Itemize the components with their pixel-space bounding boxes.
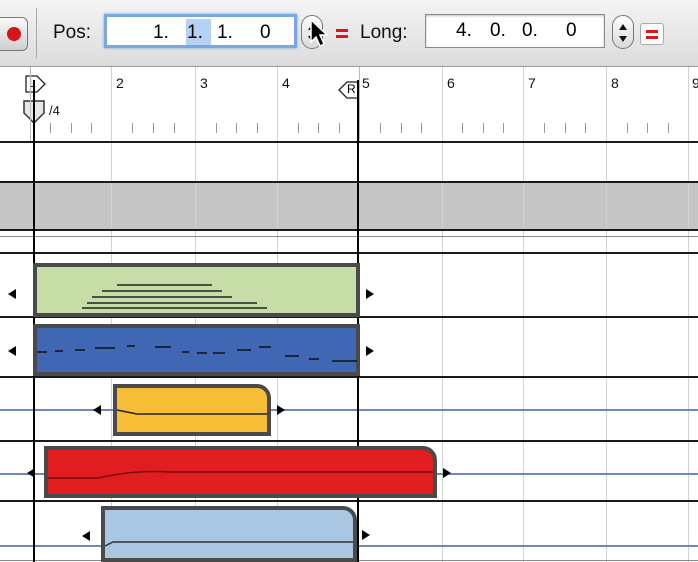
region-end-handle[interactable] bbox=[443, 468, 451, 478]
ruler-bar-2: 2 bbox=[116, 75, 124, 91]
track-separator bbox=[0, 141, 698, 143]
right-locator-marker[interactable]: R bbox=[337, 81, 360, 99]
ruler-beat-tick bbox=[483, 123, 484, 133]
long-division: 0. bbox=[522, 20, 538, 41]
ruler-beat-tick bbox=[236, 123, 237, 133]
ruler-beat-tick bbox=[174, 123, 175, 133]
ruler-beat-tick bbox=[298, 123, 299, 133]
record-icon bbox=[7, 27, 21, 41]
ruler-beat-tick bbox=[50, 123, 51, 133]
region-end-handle[interactable] bbox=[277, 405, 285, 415]
region-end-handle[interactable] bbox=[366, 289, 374, 299]
pos-tick: 0 bbox=[260, 22, 271, 43]
ruler-beat-tick bbox=[216, 123, 217, 133]
left-locator-marker[interactable]: L bbox=[25, 75, 46, 93]
track-separator bbox=[0, 376, 698, 378]
ruler-bar-tick bbox=[30, 67, 31, 141]
ruler-beat-tick bbox=[627, 123, 628, 133]
long-input[interactable]: 4. 0. 0. 0 bbox=[425, 14, 605, 48]
track-separator bbox=[0, 229, 698, 231]
time-signature: /4 bbox=[49, 103, 60, 118]
ruler-beat-tick bbox=[71, 123, 72, 133]
blue-region[interactable] bbox=[33, 324, 360, 376]
track-separator bbox=[0, 236, 698, 237]
track-separator bbox=[0, 500, 698, 502]
ruler-beat-tick bbox=[153, 123, 154, 133]
blue-region-notes bbox=[37, 345, 357, 362]
mouse-cursor-icon bbox=[310, 18, 329, 48]
red-region[interactable] bbox=[44, 446, 437, 498]
lightblue-region-automation bbox=[105, 541, 353, 547]
ruler-bar-5: 5 bbox=[362, 75, 370, 91]
right-locator-label: R bbox=[347, 82, 356, 96]
ruler-beat-tick bbox=[132, 123, 133, 133]
pos-label: Pos: bbox=[53, 22, 92, 43]
pos-input[interactable]: 1. 1. 1. 0 bbox=[104, 14, 297, 48]
pos-beat: 1. bbox=[187, 22, 203, 43]
long-bar: 4. bbox=[456, 20, 472, 41]
yellow-region[interactable] bbox=[113, 384, 271, 436]
ruler-beat-tick bbox=[565, 123, 566, 133]
ruler-beat-tick bbox=[585, 123, 586, 133]
ruler-beat-tick bbox=[668, 123, 669, 133]
left-locator-line bbox=[33, 80, 35, 562]
ruler-beat-tick bbox=[380, 123, 381, 133]
ruler-beat-tick bbox=[462, 123, 463, 133]
track-separator bbox=[0, 440, 698, 442]
pos-division: 1. bbox=[217, 22, 233, 43]
region-start-handle[interactable] bbox=[27, 468, 35, 478]
pos-equal-icon[interactable] bbox=[331, 23, 355, 45]
region-start-handle[interactable] bbox=[93, 405, 101, 415]
region-start-handle[interactable] bbox=[82, 531, 90, 541]
region-end-handle[interactable] bbox=[366, 346, 374, 356]
ruler-bar-3: 3 bbox=[200, 75, 208, 91]
stepper-up-icon[interactable] bbox=[619, 24, 627, 30]
region-end-handle[interactable] bbox=[362, 530, 370, 540]
region-start-handle[interactable] bbox=[8, 289, 16, 299]
track-separator bbox=[0, 181, 698, 183]
ruler-beat-tick bbox=[257, 123, 258, 133]
green-region-notes bbox=[82, 284, 267, 309]
lightblue-region[interactable] bbox=[101, 506, 357, 562]
ruler-bar-7: 7 bbox=[528, 75, 536, 91]
ruler-beat-tick bbox=[503, 123, 504, 133]
bar-ruler[interactable]: 2 3 4 5 6 7 8 9 /4 L R bbox=[0, 67, 698, 142]
stepper-down-icon[interactable] bbox=[619, 36, 627, 42]
ruler-bar-9: 9 bbox=[692, 75, 698, 91]
green-region[interactable] bbox=[33, 263, 360, 317]
pos-bar: 1. bbox=[153, 22, 169, 43]
ruler-beat-tick bbox=[318, 123, 319, 133]
record-button[interactable] bbox=[0, 17, 28, 51]
ruler-beat-tick bbox=[91, 123, 92, 133]
region-start-handle[interactable] bbox=[8, 346, 16, 356]
ruler-bar-6: 6 bbox=[447, 75, 455, 91]
track-header-band bbox=[0, 183, 698, 230]
transport-toolbar: Pos: 1. 1. 1. 0 Long: 4. 0. 0. 0 bbox=[0, 0, 698, 67]
ruler-beat-tick bbox=[401, 123, 402, 133]
long-stepper[interactable] bbox=[612, 15, 634, 49]
long-beat: 0. bbox=[490, 20, 506, 41]
long-tick: 0 bbox=[566, 20, 577, 41]
long-equal-icon[interactable] bbox=[640, 23, 664, 45]
toolbar-divider bbox=[36, 8, 37, 58]
red-region-automation bbox=[48, 470, 433, 479]
ruler-beat-tick bbox=[421, 123, 422, 133]
ruler-bar-tick bbox=[359, 67, 360, 141]
long-label: Long: bbox=[360, 22, 408, 43]
track-separator bbox=[0, 252, 698, 254]
ruler-beat-tick bbox=[339, 123, 340, 133]
ruler-bar-4: 4 bbox=[282, 75, 290, 91]
automation-line bbox=[0, 409, 698, 411]
ruler-beat-tick bbox=[647, 123, 648, 133]
yellow-region-automation bbox=[117, 409, 267, 415]
ruler-bar-8: 8 bbox=[611, 75, 619, 91]
ruler-beat-tick bbox=[544, 123, 545, 133]
